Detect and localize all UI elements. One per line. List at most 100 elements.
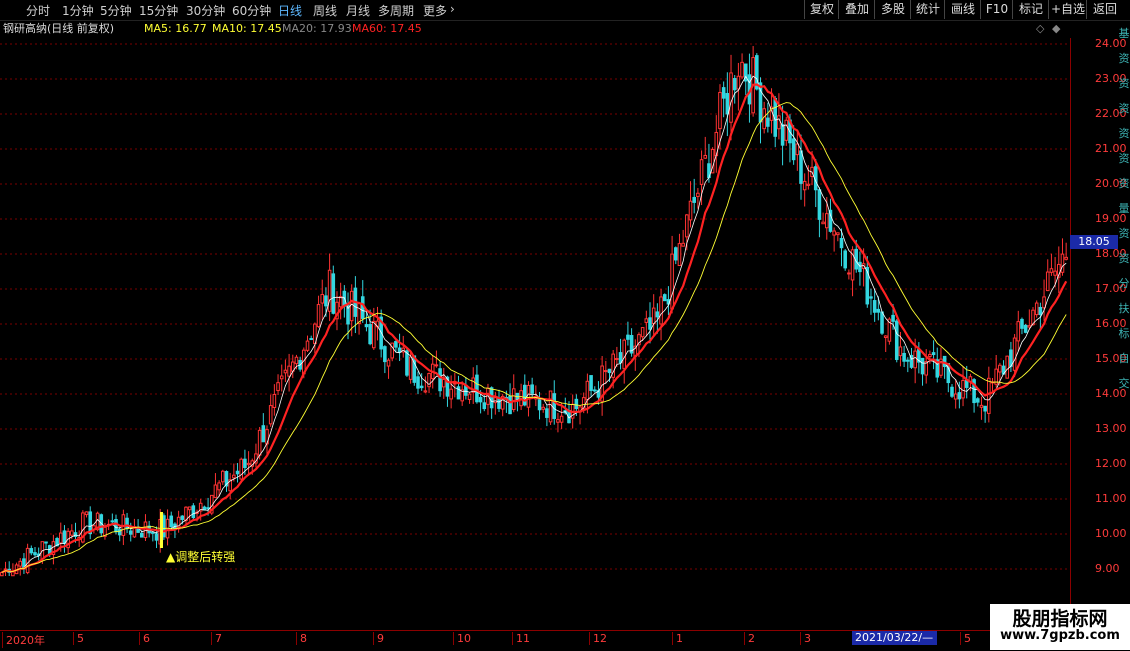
candle-body bbox=[489, 387, 494, 409]
candle-body bbox=[279, 375, 284, 380]
candle-body bbox=[673, 247, 678, 261]
candle-body bbox=[305, 340, 310, 351]
side-tab-label[interactable]: 分 bbox=[1118, 278, 1130, 290]
candle-body bbox=[880, 311, 884, 334]
candle-body bbox=[309, 338, 313, 341]
tab-multi-period[interactable]: 多周期 bbox=[378, 2, 414, 19]
side-tab-label[interactable]: 量 bbox=[1118, 203, 1130, 215]
candle-body bbox=[154, 533, 159, 541]
side-tab-label[interactable]: 基 bbox=[1118, 28, 1130, 40]
side-tab-label[interactable]: 标 bbox=[1118, 328, 1130, 340]
back-button[interactable]: 返回 bbox=[1086, 0, 1123, 19]
side-tab-label[interactable]: 交 bbox=[1118, 378, 1130, 390]
candle-body bbox=[423, 390, 428, 393]
tab-daily[interactable]: 日线 bbox=[278, 2, 302, 19]
candle-body bbox=[592, 389, 597, 392]
candle-body bbox=[839, 237, 844, 249]
candle-body bbox=[662, 294, 667, 302]
candle-body bbox=[950, 386, 954, 397]
candle-body bbox=[998, 364, 1002, 373]
candle-body bbox=[953, 393, 958, 400]
tab-15min[interactable]: 15分钟 bbox=[139, 2, 178, 19]
side-tab-label[interactable]: 自 bbox=[1118, 353, 1130, 365]
price-tick-label: 12.00 bbox=[1095, 457, 1127, 470]
ma20-value: MA20: 17.93 bbox=[282, 22, 352, 35]
candle-body bbox=[655, 311, 660, 318]
side-tab-label[interactable]: 资 bbox=[1118, 153, 1130, 165]
candle-body bbox=[1027, 325, 1032, 328]
candle-body bbox=[180, 515, 185, 520]
candle-body bbox=[397, 347, 402, 353]
overlay-button[interactable]: 叠加 bbox=[838, 0, 875, 19]
date-tick-label: 11 bbox=[512, 632, 530, 645]
side-tab-label[interactable]: 资 bbox=[1118, 178, 1130, 190]
side-tab-label[interactable]: 资 bbox=[1118, 53, 1130, 65]
candle-body bbox=[824, 213, 829, 229]
candle-body bbox=[530, 384, 534, 394]
candle-body bbox=[843, 250, 847, 269]
side-tab-label[interactable]: 资 bbox=[1118, 128, 1130, 140]
chevron-right-icon[interactable]: › bbox=[450, 2, 455, 16]
side-tab-label[interactable]: 资 bbox=[1118, 78, 1130, 90]
date-tick-label: 2 bbox=[744, 632, 755, 645]
candle-body bbox=[368, 323, 372, 345]
candle-body bbox=[70, 530, 74, 536]
candle-body bbox=[961, 380, 965, 399]
candle-body bbox=[777, 115, 781, 130]
add-watchlist-button[interactable]: +自选 bbox=[1048, 0, 1087, 19]
candle-body bbox=[924, 361, 929, 376]
tab-intraday[interactable]: 分时 bbox=[26, 2, 50, 19]
candle-body bbox=[272, 393, 277, 408]
candle-body bbox=[898, 346, 903, 357]
tab-more[interactable]: 更多 bbox=[423, 2, 447, 19]
date-axis: 2020年5678910111212345 bbox=[0, 630, 1130, 651]
tab-1min[interactable]: 1分钟 bbox=[62, 2, 94, 19]
side-tab-label[interactable]: 资 bbox=[1118, 253, 1130, 265]
candle-body bbox=[1060, 253, 1065, 273]
tab-weekly[interactable]: 周线 bbox=[313, 2, 337, 19]
side-tab-label[interactable]: 扶 bbox=[1118, 303, 1130, 315]
candle-body bbox=[390, 342, 395, 359]
draw-line-button[interactable]: 画线 bbox=[944, 0, 981, 19]
candle-body bbox=[891, 314, 895, 322]
candle-body bbox=[187, 506, 192, 511]
candle-body bbox=[232, 474, 236, 479]
candle-body bbox=[847, 272, 851, 275]
side-tab-strip[interactable]: 基资资资资资资量资资分扶标自交 bbox=[1118, 20, 1130, 440]
price-tick-label: 11.00 bbox=[1095, 492, 1127, 505]
candle-body bbox=[508, 395, 512, 415]
candle-body bbox=[799, 150, 803, 184]
mark-button[interactable]: 标记 bbox=[1012, 0, 1049, 19]
candle-body bbox=[604, 370, 608, 373]
candle-body bbox=[703, 154, 708, 159]
candle-body bbox=[987, 377, 991, 414]
candle-body bbox=[718, 91, 722, 130]
date-tick-label: 6 bbox=[139, 632, 150, 645]
period-toolbar: 分时 1分钟 5分钟 15分钟 30分钟 60分钟 日线 周线 月线 多周期 更… bbox=[0, 0, 1130, 21]
candle-body bbox=[983, 405, 987, 412]
diamond-icon[interactable]: ◇ bbox=[1036, 20, 1044, 38]
candle-body bbox=[957, 392, 962, 400]
ma-info-bar: 钢研高纳(日线 前复权) MA5: 16.77 MA10: 17.45 MA20… bbox=[0, 20, 1070, 38]
candle-body bbox=[217, 482, 221, 491]
tab-30min[interactable]: 30分钟 bbox=[186, 2, 225, 19]
candle-body bbox=[1023, 324, 1028, 333]
adjust-button[interactable]: 复权 bbox=[804, 0, 839, 19]
tab-5min[interactable]: 5分钟 bbox=[100, 2, 132, 19]
candle-body bbox=[736, 75, 741, 90]
candle-body bbox=[585, 380, 590, 401]
candle-body bbox=[1034, 302, 1039, 316]
multi-stock-button[interactable]: 多股 bbox=[874, 0, 911, 19]
candle-body bbox=[975, 398, 980, 403]
settings-icon[interactable]: ◆ bbox=[1052, 20, 1060, 38]
candle-body bbox=[364, 324, 369, 328]
side-tab-label[interactable]: 资 bbox=[1118, 103, 1130, 115]
tab-60min[interactable]: 60分钟 bbox=[232, 2, 271, 19]
candle-body bbox=[732, 78, 737, 91]
stats-button[interactable]: 统计 bbox=[910, 0, 945, 19]
side-tab-label[interactable]: 资 bbox=[1118, 228, 1130, 240]
candle-body bbox=[243, 458, 247, 469]
tab-monthly[interactable]: 月线 bbox=[346, 2, 370, 19]
f10-button[interactable]: F10 bbox=[980, 0, 1013, 19]
candle-body bbox=[449, 388, 453, 400]
